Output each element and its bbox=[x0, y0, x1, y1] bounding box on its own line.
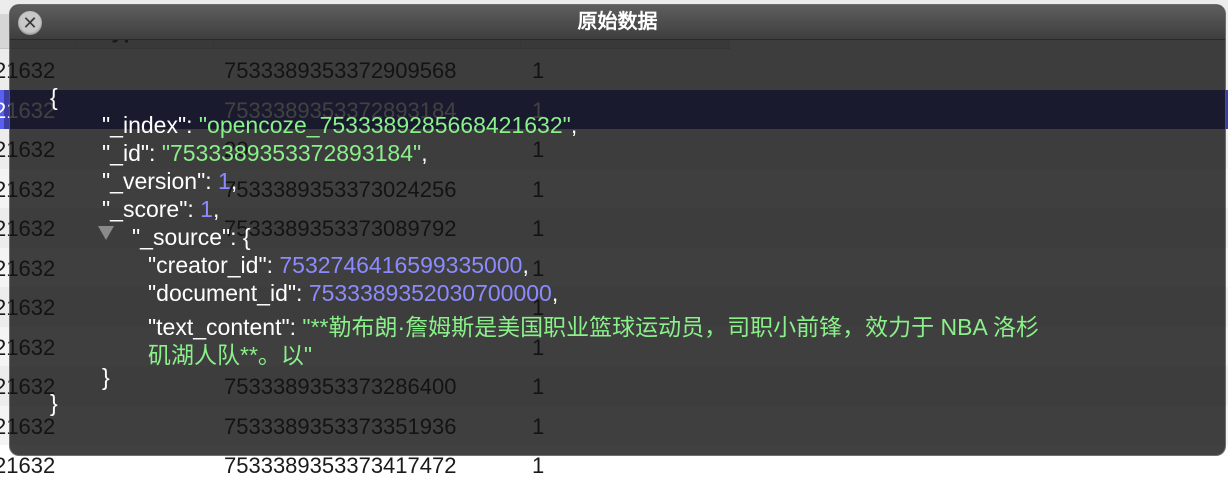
json-open-brace: { bbox=[50, 84, 58, 110]
json-outer-close-brace: } bbox=[50, 390, 58, 416]
id-value: "7533389353372893184" bbox=[161, 140, 422, 166]
index-value: "opencoze_7533389285668421632" bbox=[198, 112, 571, 138]
creator-id-value: 7532746416599335000 bbox=[279, 252, 523, 278]
cell-index: 21632 bbox=[0, 453, 56, 478]
json-line-creator-id: "creator_id": 7532746416599335000, bbox=[148, 252, 529, 278]
json-line-id: "_id": "7533389353372893184", bbox=[102, 140, 428, 166]
panel-title: 原始数据 bbox=[577, 11, 658, 33]
panel-titlebar[interactable]: ✕ 原始数据 bbox=[10, 5, 1225, 40]
score-value: 1 bbox=[200, 196, 213, 222]
document-id-value: 7533389352030700000 bbox=[308, 280, 552, 306]
text-content-value-line1: "**勒布朗·詹姆斯是美国职业篮球运动员，司职小前锋，效力于 NBA 洛杉 bbox=[302, 314, 1039, 340]
collapse-triangle-icon[interactable] bbox=[98, 226, 114, 240]
cell-id: 7533389353373417472 bbox=[224, 453, 457, 478]
json-line-document-id: "document_id": 7533389352030700000, bbox=[148, 280, 559, 306]
cell-score: 1 bbox=[532, 453, 545, 478]
json-line-text-content-cont: 矶湖人队**。以" bbox=[148, 336, 312, 370]
json-line-source: "_source": { bbox=[132, 224, 251, 250]
text-content-value-line2: 矶湖人队**。以" bbox=[148, 342, 313, 368]
json-line-version: "_version": 1, bbox=[102, 168, 238, 194]
json-inner-close-brace: } bbox=[102, 364, 110, 390]
json-line-index: "_index": "opencoze_7533389285668421632"… bbox=[102, 112, 578, 138]
json-line-score: "_score": 1, bbox=[102, 196, 220, 222]
version-value: 1 bbox=[218, 168, 231, 194]
